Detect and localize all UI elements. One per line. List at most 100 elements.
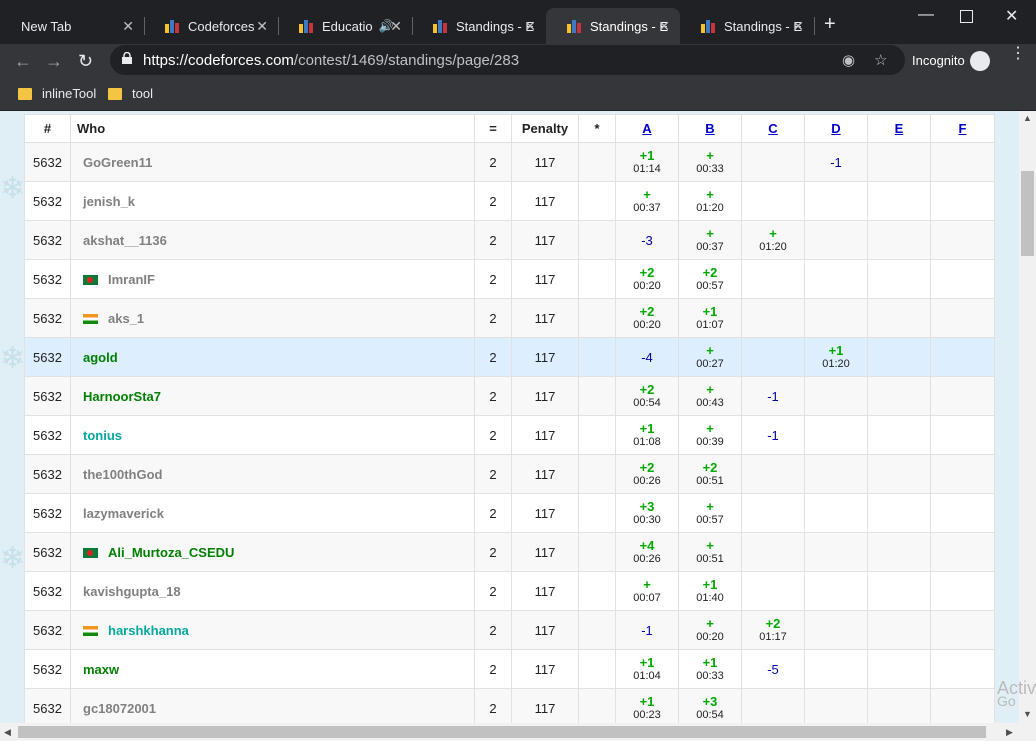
tab-1[interactable]: Codeforces ✕ <box>144 8 279 44</box>
close-tab-icon[interactable]: ✕ <box>256 18 268 34</box>
user-handle-link[interactable]: tonius <box>83 428 122 443</box>
vertical-scroll-thumb[interactable] <box>1021 171 1034 256</box>
problem-cell[interactable]: +1 01:08 <box>615 415 679 455</box>
problem-header-d[interactable]: D <box>804 114 868 143</box>
problem-cell[interactable]: +2 00:20 <box>615 259 679 299</box>
forward-icon[interactable]: → <box>45 49 63 73</box>
problem-cell[interactable]: -1 <box>741 415 805 455</box>
problem-cell[interactable]: +1 00:23 <box>615 688 679 723</box>
new-tab-button[interactable]: + <box>824 14 836 34</box>
problem-cell[interactable]: +1 01:40 <box>678 571 742 611</box>
scroll-left-icon[interactable]: ◀ <box>4 727 11 738</box>
user-handle-link[interactable]: Ali_Murtoza_CSEDU <box>108 545 234 560</box>
close-tab-icon[interactable]: ✕ <box>524 18 536 34</box>
accepted-mark: + <box>643 187 651 202</box>
tab-2[interactable]: Educatio 🔊 ✕ <box>278 8 413 44</box>
problem-cell[interactable]: +01:20 <box>741 220 805 260</box>
problem-cell[interactable]: +2 00:20 <box>615 298 679 338</box>
problem-header-e[interactable]: E <box>867 114 931 143</box>
scroll-down-icon[interactable]: ▼ <box>1023 709 1032 719</box>
problem-cell[interactable]: +00:37 <box>678 220 742 260</box>
problem-cell[interactable]: +00:57 <box>678 493 742 533</box>
problem-cell[interactable]: +00:39 <box>678 415 742 455</box>
problem-header-c[interactable]: C <box>741 114 805 143</box>
user-handle-link[interactable]: the100thGod <box>83 467 162 482</box>
problem-cell[interactable]: +2 00:57 <box>678 259 742 299</box>
problem-cell[interactable]: -1 <box>741 376 805 416</box>
problem-cell[interactable]: +1 01:07 <box>678 298 742 338</box>
user-handle-link[interactable]: lazymaverick <box>83 506 164 521</box>
problem-cell[interactable]: +00:37 <box>615 181 679 221</box>
vertical-scrollbar[interactable]: ▲ ▼ <box>1019 111 1036 723</box>
submit-time: 00:39 <box>696 436 724 448</box>
minimize-button[interactable]: — <box>918 6 934 24</box>
tab-5[interactable]: Standings - E ✕ <box>680 8 815 44</box>
user-handle-link[interactable]: GoGreen11 <box>83 155 152 170</box>
problem-cell[interactable]: +2 00:54 <box>615 376 679 416</box>
tab-3[interactable]: Standings - E ✕ <box>412 8 546 44</box>
problem-cell[interactable]: -1 <box>804 142 868 182</box>
tracking-blocked-icon[interactable]: ◉ <box>842 51 855 69</box>
horizontal-scroll-thumb[interactable] <box>18 726 986 738</box>
user-handle-link[interactable]: HarnoorSta7 <box>83 389 161 404</box>
problem-cell[interactable]: +1 00:33 <box>678 649 742 689</box>
reload-icon[interactable]: ↻ <box>78 49 93 73</box>
problem-cell[interactable]: +00:27 <box>678 337 742 377</box>
bookmark-tool[interactable]: tool <box>108 86 153 101</box>
rank-cell: 5632 <box>24 181 71 221</box>
problem-cell[interactable]: +00:43 <box>678 376 742 416</box>
hack-cell <box>578 259 616 299</box>
back-icon[interactable]: ← <box>14 49 32 73</box>
problem-cell[interactable]: +1 01:14 <box>615 142 679 182</box>
problem-cell[interactable]: +3 00:54 <box>678 688 742 723</box>
who-cell: tonius <box>70 415 475 455</box>
problem-header-f[interactable]: F <box>930 114 995 143</box>
close-tab-icon[interactable]: ✕ <box>792 18 804 34</box>
bookmark-inlinetool[interactable]: inlineTool <box>18 86 96 101</box>
problem-cell[interactable]: +3 00:30 <box>615 493 679 533</box>
problem-cell[interactable]: +2 00:51 <box>678 454 742 494</box>
user-handle-link[interactable]: ImranIF <box>108 272 155 287</box>
problem-cell[interactable]: -3 <box>615 220 679 260</box>
user-handle-link[interactable]: kavishgupta_18 <box>83 584 181 599</box>
user-handle-link[interactable]: aks_1 <box>108 311 144 326</box>
bookmark-star-icon[interactable]: ☆ <box>874 51 887 69</box>
tab-4[interactable]: Standings - E ✕ <box>546 8 680 44</box>
problem-cell[interactable]: +00:51 <box>678 532 742 572</box>
user-handle-link[interactable]: gc18072001 <box>83 701 156 716</box>
maximize-button[interactable] <box>960 10 973 23</box>
menu-icon[interactable]: ⋮ <box>1010 46 1026 62</box>
problem-cell[interactable]: -5 <box>741 649 805 689</box>
tab-0[interactable]: New Tab ✕ <box>0 8 145 44</box>
problem-cell[interactable]: +2 00:26 <box>615 454 679 494</box>
close-tab-icon[interactable]: ✕ <box>658 18 670 34</box>
problem-cell[interactable]: +01:20 <box>678 181 742 221</box>
address-bar[interactable]: https://codeforces.com/contest/1469/stan… <box>110 45 905 75</box>
problem-header-b[interactable]: B <box>678 114 742 143</box>
scroll-up-icon[interactable]: ▲ <box>1023 113 1032 123</box>
problem-cell <box>867 220 931 260</box>
user-handle-link[interactable]: akshat__1136 <box>83 233 167 248</box>
problem-cell[interactable]: +1 01:04 <box>615 649 679 689</box>
user-handle-link[interactable]: harshkhanna <box>108 623 189 638</box>
problem-cell[interactable]: +4 00:26 <box>615 532 679 572</box>
horizontal-scrollbar[interactable]: ◀ ▶ <box>0 723 1036 741</box>
problem-header-a[interactable]: A <box>615 114 679 143</box>
user-handle-link[interactable]: agold <box>83 350 118 365</box>
scroll-right-icon[interactable]: ▶ <box>1006 727 1013 738</box>
problem-cell[interactable]: +1 01:20 <box>804 337 868 377</box>
problem-cell[interactable]: +00:20 <box>678 610 742 650</box>
close-tab-icon[interactable]: ✕ <box>390 18 402 34</box>
problem-cell[interactable]: +00:33 <box>678 142 742 182</box>
close-window-button[interactable]: ✕ <box>1005 6 1018 26</box>
problem-cell[interactable]: +00:07 <box>615 571 679 611</box>
user-handle-link[interactable]: jenish_k <box>83 194 135 209</box>
close-tab-icon[interactable]: ✕ <box>122 18 134 34</box>
problem-cell[interactable]: +2 01:17 <box>741 610 805 650</box>
url-text[interactable]: https://codeforces.com/contest/1469/stan… <box>143 52 519 69</box>
user-handle-link[interactable]: maxw <box>83 662 119 677</box>
penalty-cell: 117 <box>511 688 579 723</box>
incognito-icon[interactable] <box>970 51 990 71</box>
problem-cell[interactable]: -4 <box>615 337 679 377</box>
problem-cell[interactable]: -1 <box>615 610 679 650</box>
